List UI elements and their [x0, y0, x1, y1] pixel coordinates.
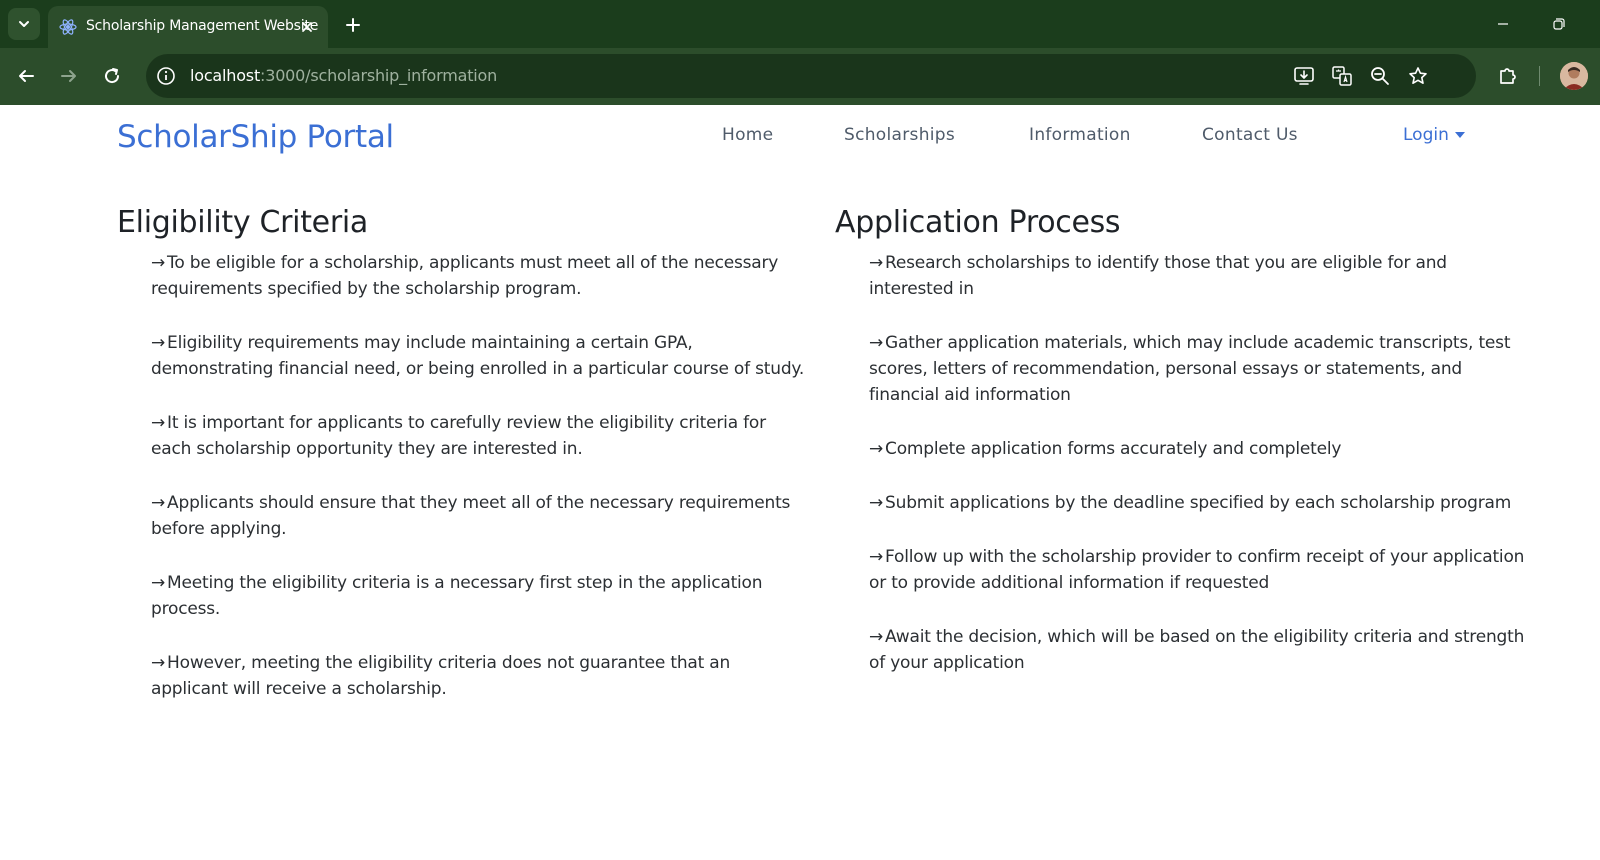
arrow-right-icon: → [151, 413, 166, 433]
restore-icon [1553, 18, 1565, 30]
arrow-right-icon: → [869, 439, 884, 459]
reload-button[interactable] [96, 60, 128, 92]
tab-title: Scholarship Management Website [86, 18, 319, 34]
arrow-right-icon: → [151, 653, 166, 673]
list-item: → Applicants should ensure that they meet… [151, 490, 807, 542]
application-section: Application Process → Research scholarshi… [835, 205, 1535, 704]
minimize-button[interactable] [1488, 14, 1518, 34]
list-item: → Research scholarships to identify those… [869, 250, 1535, 302]
list-item: → Gather application materials, which may… [869, 330, 1535, 408]
tab-search-button[interactable] [8, 8, 40, 40]
translate-button[interactable] [1330, 64, 1354, 88]
arrow-right-icon [61, 70, 76, 82]
list-item: → Complete application forms accurately a… [869, 436, 1535, 462]
star-icon [1409, 67, 1427, 84]
caret-down-icon [1454, 132, 1465, 138]
plus-icon [346, 18, 360, 32]
close-icon [302, 22, 312, 32]
reload-icon [105, 68, 120, 84]
new-tab-button[interactable] [340, 12, 366, 38]
arrow-right-icon: → [869, 547, 884, 567]
zoom-button[interactable] [1368, 64, 1392, 88]
tab-strip: Scholarship Management Website [0, 0, 1600, 48]
login-label: Login [1403, 125, 1449, 145]
url-host: localhost [190, 66, 261, 85]
nav-link-scholarships[interactable]: Scholarships [844, 125, 955, 145]
bookmark-button[interactable] [1406, 64, 1430, 88]
tab-close-button[interactable] [296, 16, 318, 38]
list-item: → Submit applications by the deadline spe… [869, 490, 1535, 516]
list-item: → Follow up with the scholarship provider… [869, 544, 1535, 596]
back-button[interactable] [10, 60, 42, 92]
list-item: → To be eligible for a scholarship, appli… [151, 250, 807, 302]
react-icon [59, 19, 77, 35]
list-item: → However, meeting the eligibility criter… [151, 650, 807, 702]
restore-button[interactable] [1544, 14, 1574, 34]
zoom-out-icon [1371, 67, 1389, 85]
profile-avatar[interactable] [1560, 62, 1588, 90]
toolbar-separator [1539, 66, 1540, 86]
browser-chrome: Scholarship Management Website localhost… [0, 0, 1600, 105]
arrow-right-icon: → [151, 493, 166, 513]
translate-icon [1332, 66, 1352, 86]
minimize-icon [1498, 23, 1508, 25]
address-bar[interactable]: localhost:3000/scholarship_information [146, 54, 1476, 98]
list-item: → It is important for applicants to caref… [151, 410, 807, 462]
page-content: ScholarShip Portal Home Scholarships Inf… [0, 105, 1600, 860]
nav-link-information[interactable]: Information [1029, 125, 1131, 145]
nav-link-home[interactable]: Home [722, 125, 773, 145]
url-text[interactable]: localhost:3000/scholarship_information [190, 66, 497, 85]
info-icon[interactable] [156, 66, 176, 86]
brand-logo[interactable]: ScholarShip Portal [117, 119, 394, 155]
arrow-right-icon: → [151, 253, 166, 273]
arrow-right-icon: → [151, 333, 166, 353]
arrow-right-icon: → [869, 627, 884, 647]
url-path: :3000/scholarship_information [260, 66, 498, 85]
arrow-right-icon: → [869, 333, 884, 353]
avatar-icon [1560, 62, 1588, 90]
list-item: → Meeting the eligibility criteria is a n… [151, 570, 807, 622]
eligibility-heading: Eligibility Criteria [117, 205, 368, 240]
browser-tab-active[interactable]: Scholarship Management Website [48, 6, 328, 48]
install-icon [1294, 67, 1314, 85]
arrow-right-icon: → [151, 573, 166, 593]
nav-link-contact-us[interactable]: Contact Us [1202, 125, 1298, 145]
application-list: → Research scholarships to identify those… [835, 250, 1535, 676]
arrow-right-icon: → [869, 493, 884, 513]
browser-toolbar: localhost:3000/scholarship_information [0, 48, 1600, 105]
extensions-button[interactable] [1494, 62, 1522, 90]
login-dropdown[interactable]: Login [1403, 125, 1465, 145]
chevron-down-icon [19, 21, 29, 27]
list-item: → Eligibility requirements may include ma… [151, 330, 807, 382]
puzzle-icon [1500, 68, 1516, 84]
arrow-right-icon: → [869, 253, 884, 273]
list-item: → Await the decision, which will be based… [869, 624, 1535, 676]
application-heading: Application Process [835, 205, 1121, 240]
install-app-button[interactable] [1292, 64, 1316, 88]
arrow-left-icon [19, 70, 34, 82]
eligibility-section: Eligibility Criteria → To be eligible for… [117, 205, 807, 730]
forward-button[interactable] [53, 60, 85, 92]
eligibility-list: → To be eligible for a scholarship, appli… [117, 250, 807, 702]
